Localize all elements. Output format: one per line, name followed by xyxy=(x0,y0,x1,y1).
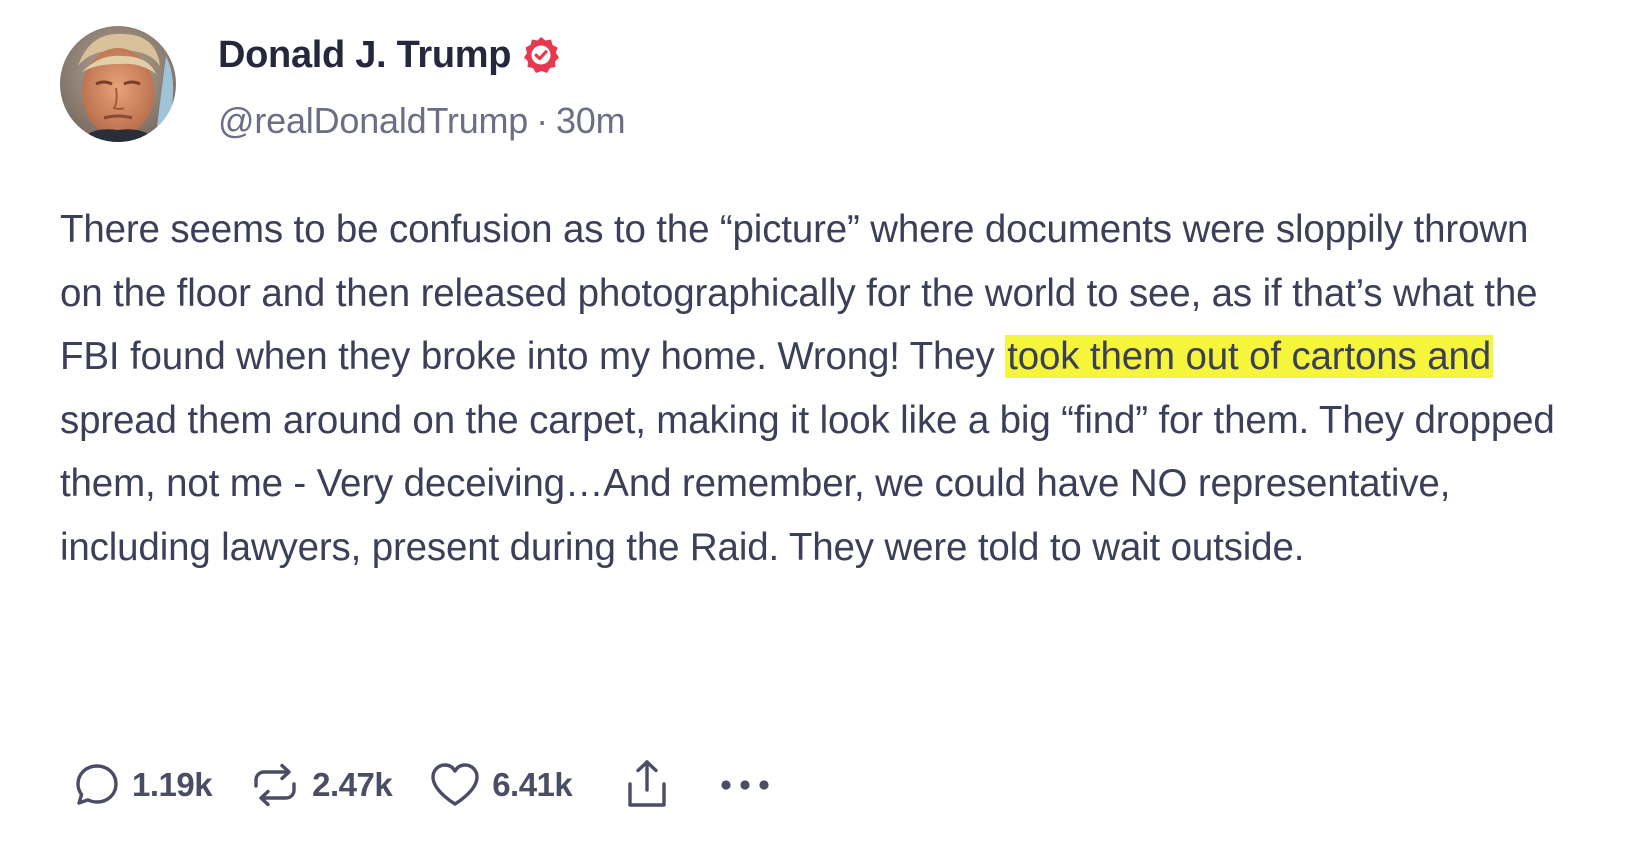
author-block: Donald J. Trump @realDonaldTrump · 30m xyxy=(218,30,626,142)
repost-button[interactable]: 2.47k xyxy=(248,760,393,810)
more-options-button[interactable] xyxy=(716,775,776,795)
share-button[interactable] xyxy=(624,758,670,812)
post-text: There seems to be confusion as to the “p… xyxy=(60,198,1580,579)
reply-count: 1.19k xyxy=(132,766,213,803)
action-bar: 1.19k 2.47k 6.41k xyxy=(72,750,812,820)
like-button[interactable]: 6.41k xyxy=(428,760,573,810)
reply-icon xyxy=(76,764,118,805)
verified-badge-icon xyxy=(521,35,561,75)
post-text-highlighted: took them out of cartons and xyxy=(1005,335,1493,378)
name-row: Donald J. Trump xyxy=(218,30,625,80)
repost-icon xyxy=(254,763,296,807)
share-icon xyxy=(628,760,666,807)
meta-row: @realDonaldTrump · 30m xyxy=(218,100,626,142)
reply-button[interactable]: 1.19k xyxy=(72,760,213,810)
avatar[interactable] xyxy=(60,26,176,142)
like-icon xyxy=(431,763,479,806)
post-text-after: spread them around on the carpet, making… xyxy=(60,398,1555,569)
post-card: Donald J. Trump @realDonaldTrump · 30m The… xyxy=(0,0,1640,863)
avatar-image xyxy=(60,26,176,142)
handle[interactable]: @realDonaldTrump xyxy=(218,100,528,141)
meta-separator: · xyxy=(536,100,548,141)
timestamp[interactable]: 30m xyxy=(556,100,626,141)
more-icon xyxy=(721,780,769,790)
repost-count: 2.47k xyxy=(312,766,393,803)
display-name[interactable]: Donald J. Trump xyxy=(218,34,512,77)
like-count: 6.41k xyxy=(492,766,573,803)
